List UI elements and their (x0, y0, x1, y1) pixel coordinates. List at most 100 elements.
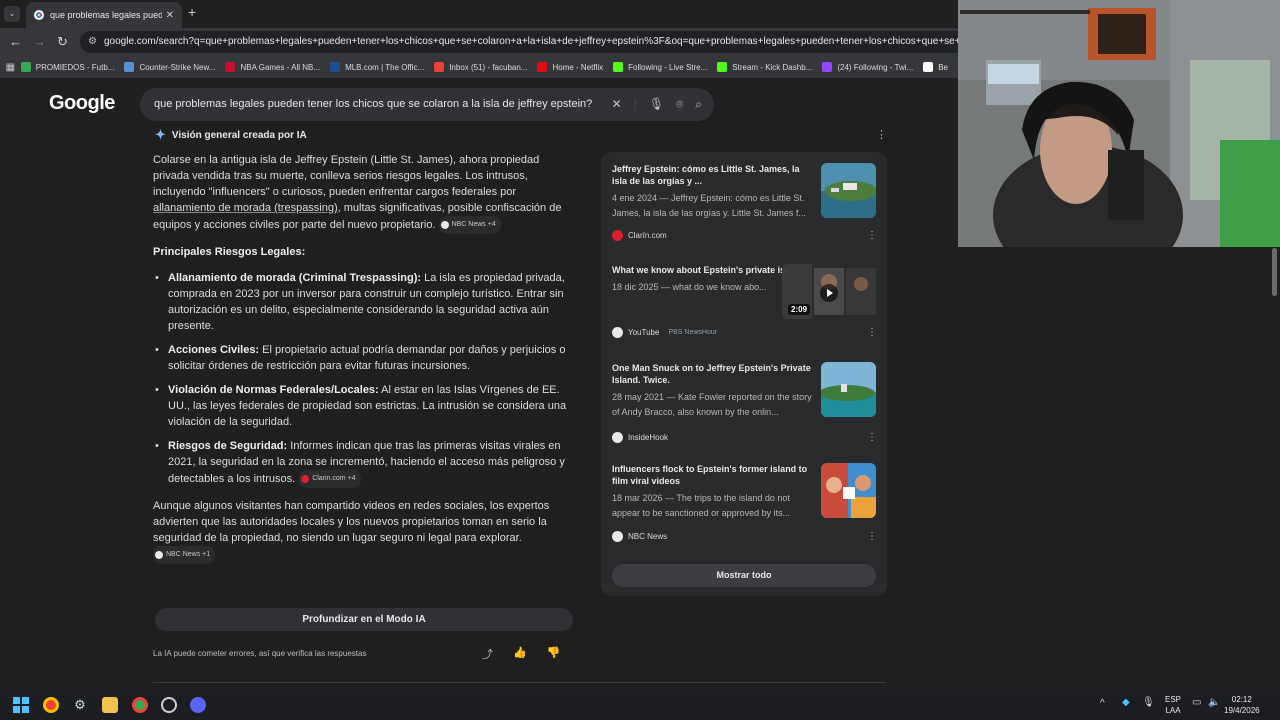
show-hidden-icons[interactable]: ^ (1100, 698, 1105, 709)
sources-panel: Jeffrey Epstein: cómo es Little St. Jame… (601, 152, 887, 596)
deep-dive-ai-mode-button[interactable]: Profundizar en el Modo IA (155, 608, 573, 631)
reload-icon[interactable]: ↻ (57, 34, 68, 50)
risk-title: Acciones Civiles: (168, 344, 260, 356)
browser-tab[interactable]: que problemas legales pueden ✕ (26, 2, 182, 28)
video-thumbnail[interactable]: 2:09 (782, 264, 876, 319)
bookmark-item[interactable]: Home - Netflix (537, 62, 603, 72)
bookmark-item[interactable]: Stream - Kick Dashb... (717, 62, 812, 72)
clock[interactable]: 02:12 19/4/2026 (1224, 694, 1260, 716)
source-site: Clarín.com (612, 230, 667, 241)
nbc-logo-icon (440, 221, 449, 229)
bookmark-label: Home - Netflix (552, 62, 604, 72)
risk-title: Riesgos de Seguridad: (168, 440, 288, 452)
source-title: One Man Snuck on to Jeffrey Epstein's Pr… (612, 363, 811, 385)
bookmark-item[interactable]: Following - Live Stre... (613, 62, 707, 72)
close-tab-icon[interactable]: ✕ (166, 10, 174, 21)
source-card[interactable]: Influencers flock to Epstein's former is… (612, 463, 877, 542)
share-icon[interactable]: ⤴ (482, 646, 493, 662)
risk-item: Allanamiento de morada (Criminal Trespas… (153, 270, 573, 334)
tray-app-icon[interactable]: ◆ (1122, 697, 1130, 708)
ai-overview-header: ✦ Visión general creada por IA (155, 127, 307, 143)
chrome-profile-icon[interactable] (132, 697, 148, 713)
nbc-logo-icon (612, 531, 623, 542)
play-icon (820, 284, 838, 302)
new-tab-button[interactable]: + (188, 4, 196, 20)
file-explorer-icon[interactable] (102, 697, 118, 713)
bookmark-favicon-icon (923, 62, 934, 72)
source-title: Jeffrey Epstein: cómo es Little St. Jame… (612, 164, 800, 186)
scrollbar-thumb[interactable] (1272, 248, 1277, 296)
steam-icon[interactable]: ⚙ (72, 697, 88, 713)
source-chip[interactable]: NBC News +4 (438, 216, 501, 234)
source-thumbnail (821, 362, 876, 417)
bookmark-item[interactable]: Counter-Strike New... (124, 62, 215, 72)
tab-search-button[interactable]: ⌄ (4, 6, 20, 22)
risk-title: Violación de Normas Federales/Locales: (168, 384, 379, 396)
outro-paragraph: Aunque algunos visitantes han compartido… (153, 498, 573, 564)
source-card[interactable]: What we know about Epstein's private isl… (612, 264, 877, 338)
microphone-icon[interactable]: 🎙 (649, 88, 664, 121)
bookmark-item[interactable]: (24) Following - Twi... (822, 62, 913, 72)
youtube-logo-icon (612, 327, 623, 338)
more-options-icon[interactable]: ⋮ (876, 128, 887, 141)
risk-title: Allanamiento de morada (Criminal Trespas… (168, 272, 422, 284)
more-options-icon[interactable]: ⋮ (867, 432, 877, 443)
network-icon[interactable]: ▭ (1192, 697, 1201, 708)
source-card[interactable]: Jeffrey Epstein: cómo es Little St. Jame… (612, 163, 877, 241)
show-all-button[interactable]: Mostrar todo (612, 564, 876, 587)
bookmark-favicon-icon (434, 62, 445, 72)
search-icon[interactable]: ⌕ (695, 88, 702, 121)
source-snippet: 18 mar 2026 — The trips to the island do… (612, 493, 791, 518)
windows-start-icon[interactable] (13, 697, 29, 713)
source-chip[interactable]: NBC News +1 (153, 546, 216, 564)
webcam-overlay (958, 0, 1280, 247)
url-text: google.com/search?q=que+problemas+legale… (104, 36, 958, 47)
bookmark-label: Following - Live Stre... (628, 62, 708, 72)
insidehook-logo-icon (612, 432, 623, 443)
more-options-icon[interactable]: ⋮ (867, 327, 877, 338)
source-thumbnail (821, 163, 876, 218)
clear-search-icon[interactable]: ✕ (612, 88, 622, 121)
volume-icon[interactable]: 🔈 (1208, 697, 1220, 708)
chrome-icon[interactable] (43, 697, 59, 713)
section-title: Principales Riesgos Legales: (153, 246, 306, 258)
bookmark-item[interactable]: Be (923, 62, 948, 72)
thumbs-down-icon[interactable]: 👎 (547, 646, 561, 662)
address-bar[interactable]: ⚙ google.com/search?q=que+problemas+lega… (80, 31, 958, 53)
discord-icon[interactable] (190, 697, 206, 713)
site-info-icon[interactable]: ⚙ (88, 31, 97, 53)
obs-icon[interactable] (161, 697, 177, 713)
source-site: YouTube PBS NewsHour (612, 327, 717, 338)
source-thumbnail (821, 463, 876, 518)
language-indicator[interactable]: ESP LAA (1165, 694, 1181, 716)
forward-arrow-icon[interactable]: → (33, 34, 46, 50)
risk-item: Acciones Civiles: El propietario actual … (153, 342, 573, 374)
bookmark-item[interactable]: NBA Games - All NB... (225, 62, 320, 72)
more-options-icon[interactable]: ⋮ (867, 531, 877, 542)
search-box[interactable]: que problemas legales pueden tener los c… (140, 88, 714, 121)
thumbs-up-icon[interactable]: 👍 (513, 646, 527, 662)
risk-item: Violación de Normas Federales/Locales: A… (153, 382, 573, 430)
feedback-actions: ⤴ 👍 👎 (482, 646, 560, 662)
source-card[interactable]: One Man Snuck on to Jeffrey Epstein's Pr… (612, 362, 877, 443)
more-options-icon[interactable]: ⋮ (867, 230, 877, 241)
back-arrow-icon[interactable]: ← (9, 34, 22, 50)
microphone-tray-icon[interactable]: 🎙 (1142, 697, 1155, 708)
bookmark-item[interactable]: PROMIEDOS - Futb... (20, 62, 115, 72)
search-results-page: Google que problemas legales pueden tene… (0, 78, 958, 690)
ai-overview-title: Visión general creada por IA (171, 129, 307, 141)
bookmark-label: PROMIEDOS - Futb... (35, 62, 115, 72)
lens-camera-icon[interactable]: ⌾ (676, 88, 683, 121)
source-title: Influencers flock to Epstein's former is… (612, 464, 808, 486)
google-logo[interactable]: Google (49, 92, 115, 115)
apps-grid-icon[interactable]: ▦ (0, 62, 21, 73)
bookmark-favicon-icon (537, 62, 548, 72)
intro-paragraph: Colarse en la antigua isla de Jeffrey Ep… (153, 152, 573, 234)
bookmark-item[interactable]: MLB.com | The Offic... (330, 62, 424, 72)
source-site: InsideHook (612, 432, 668, 443)
risks-list: Allanamiento de morada (Criminal Trespas… (153, 270, 573, 488)
bookmark-item[interactable]: Inbox (51) - facuban... (434, 62, 527, 72)
trespassing-link[interactable]: allanamiento de morada (trespassing) (153, 202, 338, 214)
bookmarks-list: PROMIEDOS - Futb... Counter-Strike New...… (20, 62, 958, 72)
source-chip[interactable]: Clarin.com +4 (299, 470, 361, 488)
